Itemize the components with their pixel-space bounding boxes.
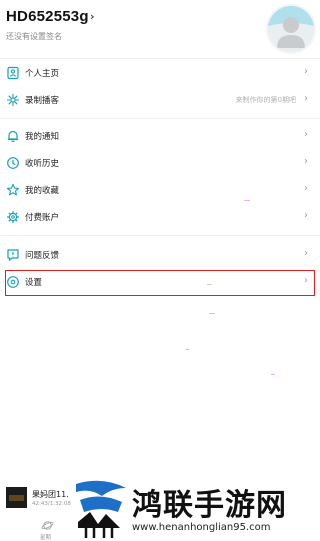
bell-icon [8,130,18,142]
menu-label: 问题反馈 [25,251,60,261]
chevron-right-icon[interactable]: › [90,10,95,23]
screen-speck [186,349,189,350]
avatar-placeholder-icon[interactable] [268,6,314,52]
divider [0,118,320,119]
menu-item-feedback[interactable]: 问题反馈 › [0,242,320,269]
screen-speck [207,284,212,285]
track-time: 42:43/1:32:08 [32,501,71,507]
menu-label: 我的通知 [25,132,60,142]
divider [0,58,320,59]
menu-label: 收听历史 [25,159,60,169]
watermark-logo-icon [72,478,130,541]
menu-item-favorites[interactable]: 我的收藏 › [0,177,320,204]
divider [0,235,320,236]
star-icon [6,183,20,196]
user-card-icon [7,66,19,80]
menu-item-homepage[interactable]: 个人主页 › [0,60,320,87]
screen-speck [271,374,275,375]
track-title[interactable]: 果妈团11. [32,489,69,500]
clock-icon [7,157,19,169]
gear-icon [7,211,19,223]
menu-item-history[interactable]: 收听历史 › [0,150,320,177]
menu-label: 个人主页 [25,69,60,79]
menu-label: 我的收藏 [25,186,60,196]
chevron-right-icon: › [304,66,308,77]
watermark-url: www.henanhonglian95.com [132,522,271,533]
planet-icon[interactable] [41,519,54,532]
menu-item-paid-account[interactable]: 付费账户 › [0,204,320,231]
chevron-right-icon: › [304,183,308,194]
settings-highlight-box [5,270,315,296]
chevron-right-icon: › [304,129,308,140]
screen-speck [244,200,250,201]
menu-hint: 来制作你的第0期吧 [235,96,296,104]
chevron-right-icon: › [304,248,308,259]
chevron-right-icon: › [304,156,308,167]
chevron-right-icon: › [304,93,308,104]
profile-header[interactable]: HD652553g › 还没有设置签名 [0,0,320,58]
watermark: 鸿联手游网 www.henanhonglian95.com [72,478,320,541]
nav-label[interactable]: 星期 [40,533,51,541]
chevron-right-icon: › [304,210,308,221]
menu-group-profile: 个人主页 › 录制播客 来制作你的第0期吧 › [0,60,320,114]
menu-label: 录制播客 [25,96,60,106]
record-sparkle-icon [7,94,19,106]
menu-label: 付费账户 [25,213,60,223]
feedback-icon [7,249,19,261]
album-cover[interactable] [6,487,27,508]
menu-item-notifications[interactable]: 我的通知 › [0,123,320,150]
screen-speck [209,313,215,314]
menu-group-activity: 我的通知 › 收听历史 › 我的收藏 › 付费账户 › [0,123,320,231]
username[interactable]: HD652553g [6,8,89,25]
watermark-text: 鸿联手游网 [132,488,287,523]
menu-item-record-podcast[interactable]: 录制播客 来制作你的第0期吧 › [0,87,320,114]
signature-text[interactable]: 还没有设置签名 [6,31,62,42]
